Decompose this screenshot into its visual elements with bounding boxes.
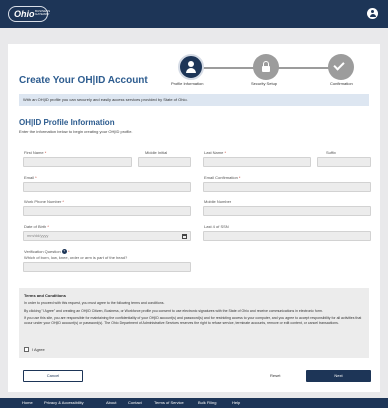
suffix-label: Suffix [326, 150, 336, 155]
work-phone-input[interactable] [23, 206, 191, 216]
terms-paragraph-2: By clicking "I Agree" and creating an OH… [24, 308, 323, 313]
step-label-profile: Profile Information [171, 81, 204, 86]
footer-link-help[interactable]: Help [232, 400, 240, 405]
verification-answer-input[interactable] [23, 262, 191, 272]
last-name-label: Last Name * [204, 150, 227, 155]
logo-subtext: BUSINESS GATEWAY [35, 9, 51, 16]
next-button[interactable]: Next [306, 370, 371, 382]
middle-initial-label: Middle Initial [145, 150, 168, 155]
info-banner: With an OH|ID profile you can securely a… [19, 94, 369, 106]
work-phone-label: Work Phone Number * [24, 199, 64, 204]
help-icon[interactable]: ? [61, 249, 67, 255]
person-icon [186, 68, 196, 73]
verification-label: Verification Question ? * [24, 249, 70, 255]
dob-placeholder: mm/dd/yyyy [27, 233, 49, 238]
mobile-number-input[interactable] [203, 206, 371, 216]
footer-link-contact[interactable]: Contact [128, 400, 142, 405]
first-name-label: First Name * [24, 150, 47, 155]
step-security-setup [253, 54, 279, 80]
footer-link-terms[interactable]: Terms of Service [154, 400, 184, 405]
email-confirmation-label: Email Confirmation * [204, 175, 241, 180]
top-navigation-bar: Ohio BUSINESS GATEWAY [0, 0, 388, 28]
page-title: Create Your OH|ID Account [19, 75, 148, 86]
email-confirmation-field[interactable] [203, 182, 371, 192]
calendar-icon[interactable] [182, 234, 187, 239]
verification-question-text: Which of born, low, knee, order or arm i… [24, 255, 128, 260]
footer-link-about[interactable]: About [106, 400, 116, 405]
mobile-number-label: Mobile Number [204, 199, 232, 204]
step-label-security: Security Setup [251, 81, 278, 86]
dob-label: Date of Birth * [24, 224, 49, 229]
section-title: OH|ID Profile Information [19, 118, 115, 127]
email-field[interactable] [23, 182, 191, 192]
ssn-input[interactable] [203, 231, 371, 241]
terms-paragraph-1: In order to proceed with this request, y… [24, 301, 165, 305]
first-name-input[interactable] [23, 157, 132, 167]
footer: Home Privacy & Accessibility About Conta… [0, 398, 388, 408]
ssn-label: Last 4 of SSN [204, 224, 229, 229]
reset-button[interactable]: Reset [270, 373, 280, 378]
user-icon[interactable] [367, 8, 378, 19]
step-label-confirmation: Confirmation [330, 81, 353, 86]
terms-title: Terms and Conditions [24, 293, 66, 298]
registration-card: Create Your OH|ID Account Profile Inform… [8, 44, 380, 392]
agree-label: I Agree [32, 347, 45, 352]
terms-and-conditions: Terms and Conditions In order to proceed… [19, 288, 369, 358]
footer-link-privacy[interactable]: Privacy & Accessibility [44, 400, 84, 405]
lock-icon [262, 66, 270, 72]
logo-text: Ohio [14, 9, 35, 19]
footer-link-bulk-filing[interactable]: Bulk Filing [198, 400, 216, 405]
step-profile-information [178, 54, 204, 80]
agree-checkbox-row[interactable]: I Agree [24, 347, 45, 353]
section-description: Enter the information below to begin cre… [19, 129, 133, 134]
middle-initial-input[interactable] [138, 157, 191, 167]
person-icon-head [188, 61, 194, 67]
agree-checkbox[interactable] [24, 347, 29, 353]
last-name-input[interactable] [203, 157, 311, 167]
suffix-input[interactable] [317, 157, 371, 167]
cancel-button[interactable]: Cancel [23, 370, 83, 382]
step-confirmation [328, 54, 354, 80]
terms-paragraph-3: If you use this site, you are responsibl… [24, 316, 362, 325]
ohio-logo[interactable]: Ohio BUSINESS GATEWAY [8, 6, 51, 22]
check-icon [333, 59, 345, 71]
date-of-birth-input[interactable]: mm/dd/yyyy [23, 231, 191, 241]
email-label: Email * [24, 175, 37, 180]
footer-link-home[interactable]: Home [22, 400, 33, 405]
